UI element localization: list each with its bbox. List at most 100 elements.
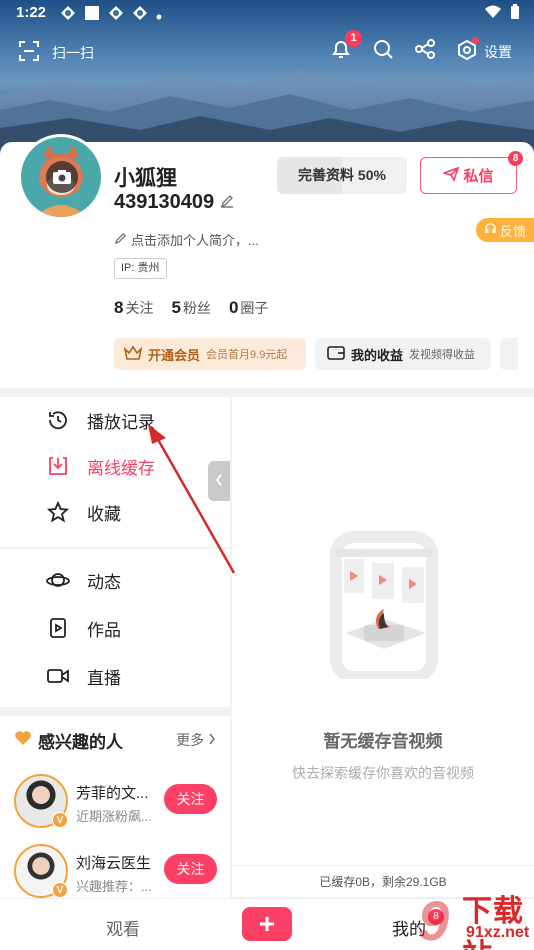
scan-icon: [18, 40, 40, 65]
vip-banner[interactable]: 开通会员 会员首月9.9元起: [114, 338, 306, 370]
empty-subtitle: 快去探索缓存你喜欢的音视频: [292, 765, 474, 781]
star-icon: [46, 500, 70, 524]
feedback-button[interactable]: 反馈: [476, 218, 534, 242]
pencil-icon: [114, 232, 127, 248]
header-background: 1:22 扫一扫 1 设置: [0, 0, 534, 160]
list-item-person[interactable]: V 芳菲的文... 近期涨粉飙... 关注: [14, 774, 230, 832]
download-icon: [46, 454, 70, 478]
scan-button[interactable]: 扫一扫: [18, 40, 94, 65]
menu-group-secondary: 动态 作品 直播: [0, 549, 230, 707]
menu-label: 动态: [87, 572, 121, 592]
menu-group-primary: 播放记录 离线缓存 收藏: [0, 397, 230, 547]
avatar[interactable]: [18, 134, 104, 220]
stat-following[interactable]: 8 关注: [114, 298, 153, 318]
feedback-label: 反馈: [500, 223, 527, 239]
nav-watch[interactable]: 观看: [106, 915, 140, 940]
planet-icon: [46, 568, 70, 592]
menu-label: 收藏: [87, 504, 121, 524]
chevron-right-icon: [208, 732, 216, 748]
vip-subtitle: 会员首月9.9元起: [206, 349, 288, 361]
heart-icon: [14, 730, 32, 751]
create-button[interactable]: +: [242, 907, 292, 941]
status-time: 1:22: [16, 4, 47, 21]
message-badge: 8: [508, 151, 523, 166]
user-name: 小狐狸: [114, 167, 177, 190]
works-icon: [46, 616, 70, 640]
interested-people-section: 感兴趣的人 更多 V 芳菲的文... 近期涨粉飙... 关注 V 刘海云医生 兴…: [0, 716, 230, 898]
edit-icon[interactable]: [220, 191, 234, 214]
video-camera-icon: [46, 664, 70, 688]
menu-item-history[interactable]: 播放记录: [0, 397, 230, 443]
app-notification-icon: [132, 5, 148, 25]
top-bar: 扫一扫 1 设置: [0, 30, 534, 66]
chevron-left-icon: [214, 473, 224, 490]
user-id: 439130409: [114, 191, 234, 214]
square-notification-icon: [84, 5, 100, 25]
follow-button[interactable]: 关注: [164, 854, 217, 884]
search-button[interactable]: [372, 38, 394, 65]
menu-item-favorites[interactable]: 收藏: [0, 489, 230, 535]
person-desc: 近期涨粉飙...: [76, 809, 152, 824]
send-icon: [441, 166, 460, 186]
complete-profile-button[interactable]: 完善资料 50%: [277, 157, 407, 194]
watermark-logo: 9 下载站 91xz.net: [418, 886, 534, 950]
history-icon: [46, 408, 70, 432]
collapse-panel-button[interactable]: [208, 461, 230, 501]
intro-text: 点击添加个人简介，...: [131, 233, 259, 248]
menu-item-offline-cache[interactable]: 离线缓存: [0, 443, 230, 489]
battery-icon: [510, 4, 520, 24]
section-title: 感兴趣的人: [14, 728, 123, 753]
search-icon: [372, 40, 394, 64]
share-icon: [414, 39, 436, 64]
vip-title: 开通会员: [148, 347, 201, 363]
wifi-icon: [484, 5, 502, 23]
headset-icon: [484, 222, 497, 238]
list-item-person[interactable]: V 刘海云医生 兴趣推荐：... 关注: [14, 844, 230, 902]
earnings-subtitle: 发视频得收益: [409, 349, 476, 361]
stat-fans[interactable]: 5 粉丝: [171, 298, 210, 318]
app-notification-icon: [60, 5, 76, 25]
profile-card: 小狐狸 439130409 完善资料 50% 私信 8 点击添加个人简介，...…: [0, 134, 534, 388]
stat-circles[interactable]: 0 圈子: [229, 298, 268, 318]
ip-tag: IP: 贵州: [114, 258, 167, 279]
person-name: 刘海云医生: [76, 855, 152, 872]
follow-button[interactable]: 关注: [164, 784, 217, 814]
notification-badge: 1: [345, 30, 362, 47]
menu-item-moments[interactable]: 动态: [0, 557, 230, 603]
user-id-value: 439130409: [114, 191, 215, 213]
settings-label: 设置: [484, 43, 512, 60]
verified-badge-icon: V: [52, 812, 68, 828]
status-bar: 1:22: [0, 0, 534, 28]
person-desc: 兴趣推荐：...: [76, 879, 152, 894]
person-name: 芳菲的文...: [76, 785, 149, 802]
dot-icon: [156, 7, 162, 24]
message-label: 私信: [463, 168, 494, 185]
message-button[interactable]: 私信 8: [420, 151, 523, 194]
more-banner[interactable]: [500, 338, 518, 370]
wallet-icon: [327, 345, 345, 364]
intro-edit[interactable]: 点击添加个人简介，...: [114, 230, 259, 249]
bell-icon: [330, 41, 352, 64]
menu-label: 播放记录: [87, 412, 155, 432]
offline-cache-panel: 暂无缓存音视频 快去探索缓存你喜欢的音视频 已缓存0B，剩余29.1GB: [232, 397, 534, 897]
notification-button[interactable]: 1: [330, 30, 362, 65]
menu-item-works[interactable]: 作品: [0, 605, 230, 651]
stats-row: 8 关注 5 粉丝 0 圈子: [114, 298, 268, 318]
camera-icon: [46, 161, 78, 193]
status-right-icons: [484, 4, 520, 24]
share-button[interactable]: [414, 38, 436, 65]
more-link[interactable]: 更多: [176, 730, 216, 750]
watermark-url: 91xz.net: [466, 924, 530, 941]
empty-illustration: [330, 531, 438, 679]
status-notification-icons: [60, 5, 162, 25]
crown-icon: [123, 345, 143, 364]
earnings-banner[interactable]: 我的收益 发视频得收益: [315, 338, 491, 370]
menu-label: 作品: [87, 620, 121, 640]
scan-label: 扫一扫: [52, 44, 94, 61]
menu-item-live[interactable]: 直播: [0, 653, 230, 699]
settings-button[interactable]: 设置: [456, 37, 512, 64]
earnings-title: 我的收益: [351, 347, 404, 363]
settings-dot: [472, 37, 479, 44]
empty-title: 暂无缓存音视频: [323, 732, 443, 751]
app-notification-icon: [108, 5, 124, 25]
